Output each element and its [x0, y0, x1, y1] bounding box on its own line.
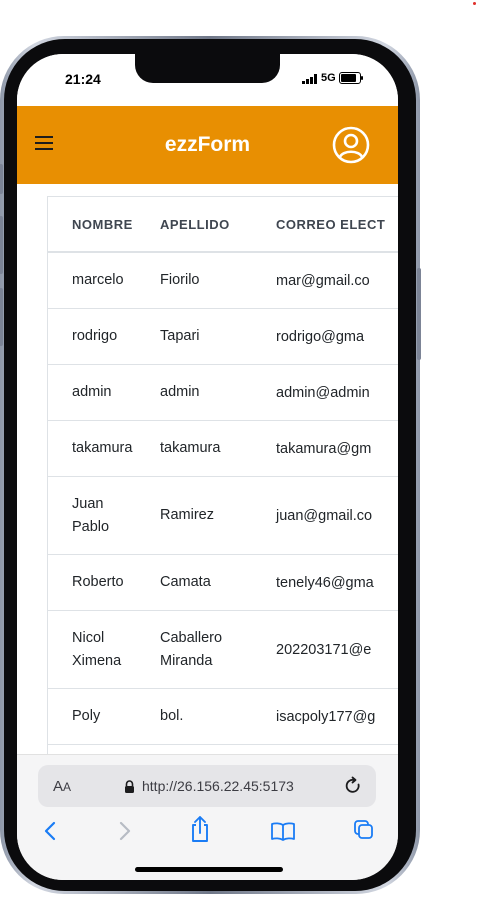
- cell-apellido-line: Miranda: [160, 652, 213, 669]
- table-container: NOMBRE APELLIDO CORREO ELECT marcelo Fio…: [17, 194, 398, 754]
- cell-nombre: marcelo: [48, 269, 160, 292]
- cell-nombre: Nicol Ximena: [48, 627, 160, 673]
- table-row: Roberto Camata tenely46@gma: [48, 555, 398, 611]
- cell-apellido-line: Camata: [160, 574, 211, 590]
- cell-correo: mar@gmail.co: [276, 272, 370, 289]
- url-text: http://26.156.22.45:5173: [142, 778, 294, 794]
- cell-nombre-line: takamura: [72, 440, 133, 456]
- cell-apellido: takamura: [160, 437, 276, 460]
- table-row: marcelo Fiorilo mar@gmail.co: [48, 253, 398, 309]
- status-time: 21:24: [65, 71, 101, 87]
- bookmarks-icon[interactable]: [270, 821, 296, 841]
- cell-apellido: Camata: [160, 571, 276, 594]
- cell-nombre-line: Ximena: [72, 652, 122, 669]
- home-indicator: [135, 867, 283, 872]
- cell-correo: tenely46@gma: [276, 574, 374, 591]
- cell-correo: admin@admin: [276, 384, 370, 401]
- volume-down-button: [0, 288, 3, 346]
- cell-nombre-line: marcelo: [72, 272, 124, 288]
- app-header: ezzForm: [17, 106, 398, 184]
- aa-small: A: [63, 780, 72, 794]
- column-header-correo: CORREO ELECT: [276, 216, 386, 232]
- reload-icon[interactable]: [343, 776, 363, 796]
- red-dot: [473, 2, 476, 5]
- cell-apellido: Ramirez: [160, 504, 276, 527]
- cell-apellido-line: Caballero: [160, 629, 223, 646]
- cell-apellido-line: Fiorilo: [160, 272, 200, 288]
- users-table: NOMBRE APELLIDO CORREO ELECT marcelo Fio…: [47, 196, 398, 754]
- address-bar[interactable]: AA http://26.156.22.45:5173: [38, 765, 376, 807]
- user-circle-icon[interactable]: [332, 126, 370, 164]
- cell-nombre-line: Juan: [72, 495, 104, 512]
- cell-nombre: Poly: [48, 705, 160, 728]
- cell-apellido-line: Ramirez: [160, 507, 214, 523]
- lock-icon: [125, 780, 134, 793]
- reader-aa-button[interactable]: AA: [53, 778, 71, 795]
- cell-correo: isacpoly177@g: [276, 708, 376, 725]
- forward-icon[interactable]: [117, 820, 133, 842]
- mute-switch: [0, 164, 3, 194]
- cell-apellido-line: bol.: [160, 708, 184, 724]
- cell-nombre: Roberto: [48, 571, 160, 594]
- table-row: Poly bol. isacpoly177@g: [48, 689, 398, 745]
- table-row: takamura takamura takamura@gm: [48, 421, 398, 477]
- table-row: rodrigo Tapari rodrigo@gma: [48, 309, 398, 365]
- cell-apellido-line: takamura: [160, 440, 221, 456]
- table-row: Juan Pablo Ramirez juan@gmail.co: [48, 477, 398, 555]
- column-header-nombre: NOMBRE: [72, 216, 133, 232]
- cell-nombre: admin: [48, 381, 160, 404]
- cell-apellido: Tapari: [160, 325, 276, 348]
- cell-nombre-line: admin: [72, 384, 112, 400]
- battery-icon: [339, 72, 363, 84]
- phone-screen: 21:24 5G ezzForm NOMBRE APELLIDO CORREO …: [17, 54, 398, 880]
- cell-apellido: Fiorilo: [160, 269, 276, 292]
- cell-nombre-line: rodrigo: [72, 328, 118, 344]
- table-header-row: NOMBRE APELLIDO CORREO ELECT: [48, 197, 398, 253]
- cell-apellido-line: Tapari: [160, 328, 200, 344]
- cell-apellido: admin: [160, 381, 276, 404]
- cell-correo: takamura@gm: [276, 440, 372, 457]
- cell-nombre: Juan Pablo: [48, 493, 160, 539]
- power-button: [417, 268, 421, 360]
- cell-apellido: bol.: [160, 705, 276, 728]
- cell-nombre: takamura: [48, 437, 160, 460]
- table-row: admin admin admin@admin: [48, 365, 398, 421]
- status-bar: 21:24 5G: [17, 54, 398, 106]
- cell-nombre: rodrigo: [48, 325, 160, 348]
- cell-nombre-line: Nicol: [72, 629, 105, 646]
- cell-apellido-line: admin: [160, 384, 200, 400]
- tabs-icon[interactable]: [353, 819, 375, 841]
- cell-nombre-line: Poly: [72, 708, 101, 724]
- cell-apellido: Caballero Miranda: [160, 627, 276, 673]
- share-icon[interactable]: [189, 815, 211, 843]
- table-row: Nicol Ximena Caballero Miranda 202203171…: [48, 611, 398, 689]
- cell-correo: rodrigo@gma: [276, 328, 365, 345]
- column-header-apellido: APELLIDO: [160, 216, 230, 232]
- cell-correo: 202203171@e: [276, 641, 372, 658]
- volume-up-button: [0, 216, 3, 274]
- cell-nombre-line: Pablo: [72, 518, 110, 535]
- network-label: 5G: [321, 72, 336, 84]
- table-row-partial: [48, 745, 398, 754]
- cell-correo: juan@gmail.co: [276, 507, 373, 524]
- dynamic-notch: [135, 54, 280, 83]
- safari-toolbar: AA http://26.156.22.45:5173: [17, 754, 398, 880]
- cell-nombre-line: Roberto: [72, 574, 124, 590]
- aa-large: A: [53, 778, 64, 795]
- signal-icon: [302, 74, 317, 84]
- back-icon[interactable]: [42, 820, 58, 842]
